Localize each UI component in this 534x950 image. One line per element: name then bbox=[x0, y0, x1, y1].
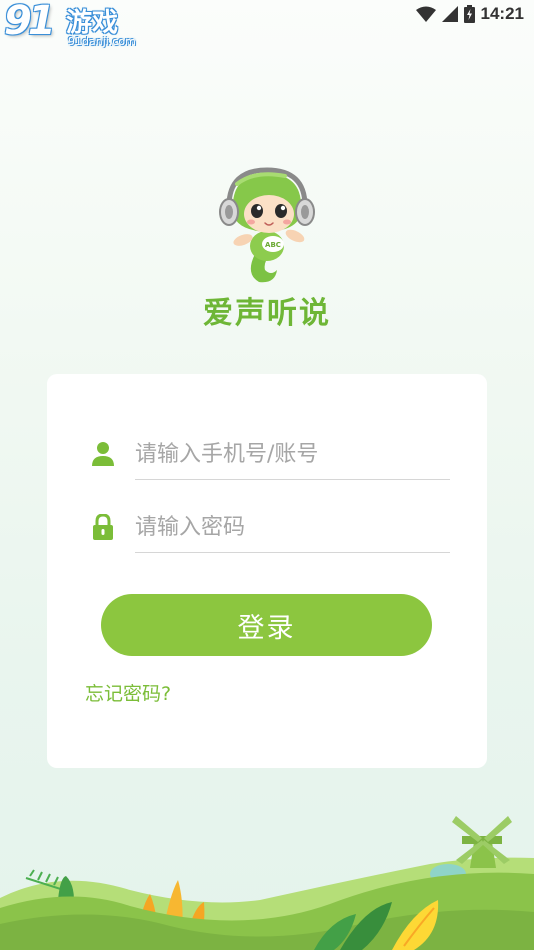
mascot-badge: ABC bbox=[265, 241, 281, 249]
scenery-illustration bbox=[0, 816, 534, 950]
cell-signal-icon bbox=[441, 6, 458, 22]
wifi-icon bbox=[415, 6, 436, 22]
login-card: 登录 忘记密码? bbox=[47, 374, 487, 768]
user-icon bbox=[92, 442, 114, 466]
account-field bbox=[92, 429, 450, 480]
status-icons: 14:21 bbox=[415, 3, 524, 25]
login-screen: 91 游戏 91danji.com 14:21 ABC 爱声听说 请输入手机号/… bbox=[0, 0, 534, 950]
watermark-number: 91 bbox=[4, 0, 56, 44]
watermark-url: 91danji.com bbox=[68, 35, 136, 48]
status-time: 14:21 bbox=[480, 4, 524, 23]
lock-icon bbox=[93, 514, 113, 540]
windmill-icon bbox=[452, 816, 512, 868]
login-button[interactable]: 登录 bbox=[101, 594, 432, 656]
app-logo: ABC bbox=[219, 167, 315, 283]
watermark-logo: 91 游戏 91danji.com bbox=[4, 0, 136, 50]
account-input[interactable] bbox=[135, 429, 450, 479]
password-input[interactable] bbox=[135, 502, 450, 552]
status-bar: 91 游戏 91danji.com 14:21 bbox=[0, 0, 534, 48]
forgot-password-link[interactable]: 忘记密码? bbox=[85, 679, 171, 706]
password-field bbox=[93, 502, 450, 553]
app-name: 爱声听说 bbox=[203, 296, 331, 331]
watermark-text: 游戏 bbox=[66, 8, 119, 38]
battery-charging-icon bbox=[463, 5, 475, 23]
